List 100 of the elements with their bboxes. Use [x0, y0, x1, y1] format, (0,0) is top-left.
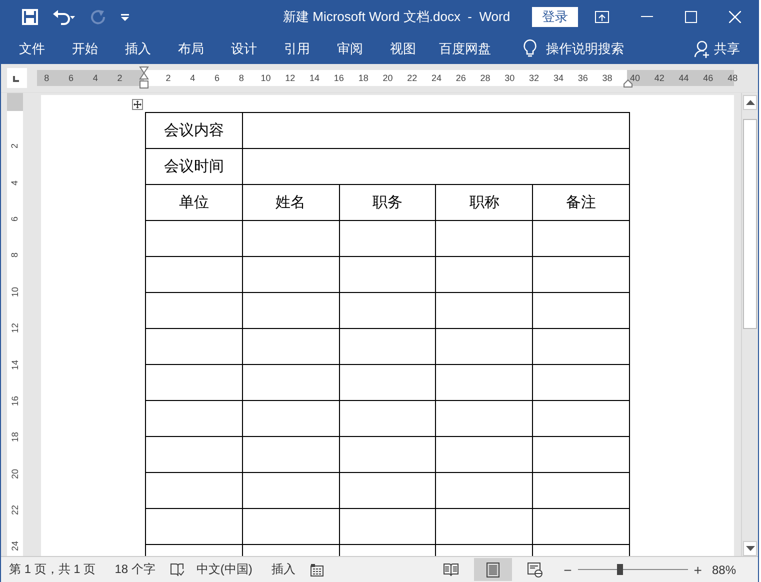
table-cell[interactable]	[339, 220, 436, 256]
tell-me-search[interactable]: 操作说明搜索	[546, 40, 624, 58]
table-cell[interactable]	[532, 400, 630, 436]
table-cell[interactable]	[146, 220, 242, 256]
customize-icon[interactable]	[120, 12, 130, 22]
table-cell[interactable]	[242, 400, 340, 436]
column-header[interactable]: 职务	[339, 184, 436, 220]
login-button[interactable]: 登录	[532, 6, 578, 26]
right-indent-icon[interactable]	[623, 79, 633, 88]
table-cell[interactable]	[339, 400, 436, 436]
table-cell[interactable]	[242, 364, 340, 400]
table-cell[interactable]	[436, 436, 533, 472]
ribbon-tab[interactable]: 视图	[390, 40, 416, 58]
table-cell[interactable]	[532, 220, 630, 256]
indent-marker-icon[interactable]	[139, 66, 149, 90]
table-cell[interactable]	[146, 256, 242, 292]
ruler-number: 10	[260, 73, 272, 83]
table-cell[interactable]	[146, 328, 242, 364]
scroll-thumb[interactable]	[743, 119, 757, 329]
table-cell[interactable]	[532, 508, 630, 544]
table-cell[interactable]	[146, 436, 242, 472]
table-cell[interactable]	[242, 328, 340, 364]
ribbon-tab[interactable]: 审阅	[337, 40, 363, 58]
table-cell[interactable]: 会议内容	[146, 112, 242, 148]
ribbon-tab[interactable]: 文件	[19, 40, 45, 58]
print-layout-icon[interactable]	[474, 558, 512, 581]
table-cell[interactable]	[242, 256, 340, 292]
tab-selector-icon[interactable]	[7, 68, 27, 88]
table-cell[interactable]	[242, 112, 630, 148]
page-count[interactable]: 第 1 页，共 1 页	[9, 561, 96, 578]
table-cell[interactable]	[242, 508, 340, 544]
table-cell[interactable]	[436, 220, 533, 256]
table-cell[interactable]	[532, 256, 630, 292]
table-cell[interactable]	[436, 364, 533, 400]
table-cell[interactable]	[339, 328, 436, 364]
table-cell[interactable]	[532, 292, 630, 328]
share-button[interactable]: 共享	[714, 40, 740, 58]
ribbon-tab[interactable]: 插入	[125, 40, 151, 58]
column-header[interactable]: 单位	[146, 184, 242, 220]
table-cell[interactable]	[339, 436, 436, 472]
maximize-icon[interactable]	[685, 10, 697, 22]
column-header[interactable]: 姓名	[242, 184, 340, 220]
zoom-in-button[interactable]: +	[694, 562, 702, 578]
table-cell[interactable]	[339, 364, 436, 400]
undo-icon[interactable]	[52, 8, 76, 24]
ribbon-tab[interactable]: 引用	[284, 40, 310, 58]
table-cell[interactable]	[146, 292, 242, 328]
ribbon-display-icon[interactable]	[595, 10, 609, 22]
table-cell[interactable]	[242, 436, 340, 472]
table-cell[interactable]	[532, 436, 630, 472]
scrollbar[interactable]	[741, 93, 758, 556]
zoom-out-button[interactable]: −	[564, 562, 572, 578]
table-cell[interactable]	[146, 472, 242, 508]
save-icon[interactable]	[22, 8, 38, 24]
table-cell[interactable]	[532, 328, 630, 364]
lightbulb-icon[interactable]	[523, 39, 537, 58]
ribbon-tab[interactable]: 开始	[72, 40, 98, 58]
ruler-number: 4	[189, 73, 196, 83]
table-cell[interactable]	[146, 508, 242, 544]
table-cell[interactable]	[146, 364, 242, 400]
table-cell[interactable]	[436, 256, 533, 292]
table-cell[interactable]	[436, 328, 533, 364]
ribbon-tab[interactable]: 布局	[178, 40, 204, 58]
table-cell[interactable]	[532, 364, 630, 400]
table-cell[interactable]	[436, 508, 533, 544]
table-cell[interactable]	[242, 472, 340, 508]
table-cell[interactable]	[339, 256, 436, 292]
slider-thumb[interactable]	[616, 564, 623, 575]
person-add-icon[interactable]	[694, 40, 710, 58]
table-cell[interactable]	[242, 148, 630, 184]
table-cell[interactable]: 会议时间	[146, 148, 242, 184]
scroll-down-icon[interactable]	[743, 541, 757, 556]
zoom-level[interactable]: 88%	[712, 562, 736, 576]
ruler-number: 12	[284, 73, 296, 83]
table-move-handle-icon[interactable]	[132, 99, 143, 110]
table-cell[interactable]	[339, 508, 436, 544]
macro-recording-icon[interactable]	[310, 562, 324, 576]
ruler-number: 4	[10, 180, 20, 186]
table-cell[interactable]	[436, 472, 533, 508]
table-cell[interactable]	[146, 400, 242, 436]
minimize-icon[interactable]	[641, 16, 653, 18]
table-cell[interactable]	[242, 292, 340, 328]
ribbon-tab[interactable]: 设计	[231, 40, 257, 58]
table-cell[interactable]	[532, 472, 630, 508]
column-header[interactable]: 职称	[436, 184, 533, 220]
table-cell[interactable]	[436, 292, 533, 328]
ruler-number: 38	[601, 73, 614, 83]
table-cell[interactable]	[436, 400, 533, 436]
language-indicator[interactable]: 中文(中国)	[196, 561, 252, 578]
table-cell[interactable]	[339, 292, 436, 328]
column-header[interactable]: 备注	[532, 184, 630, 220]
table-cell[interactable]	[339, 472, 436, 508]
table-cell[interactable]	[242, 220, 340, 256]
input-mode[interactable]: 插入	[271, 561, 296, 578]
word-count[interactable]: 18 个字	[114, 561, 156, 578]
ribbon-tab[interactable]: 百度网盘	[439, 40, 491, 58]
proofing-icon[interactable]	[170, 562, 184, 576]
close-icon[interactable]	[729, 10, 741, 22]
zoom-slider[interactable]	[578, 565, 688, 574]
scroll-up-icon[interactable]	[743, 95, 757, 110]
